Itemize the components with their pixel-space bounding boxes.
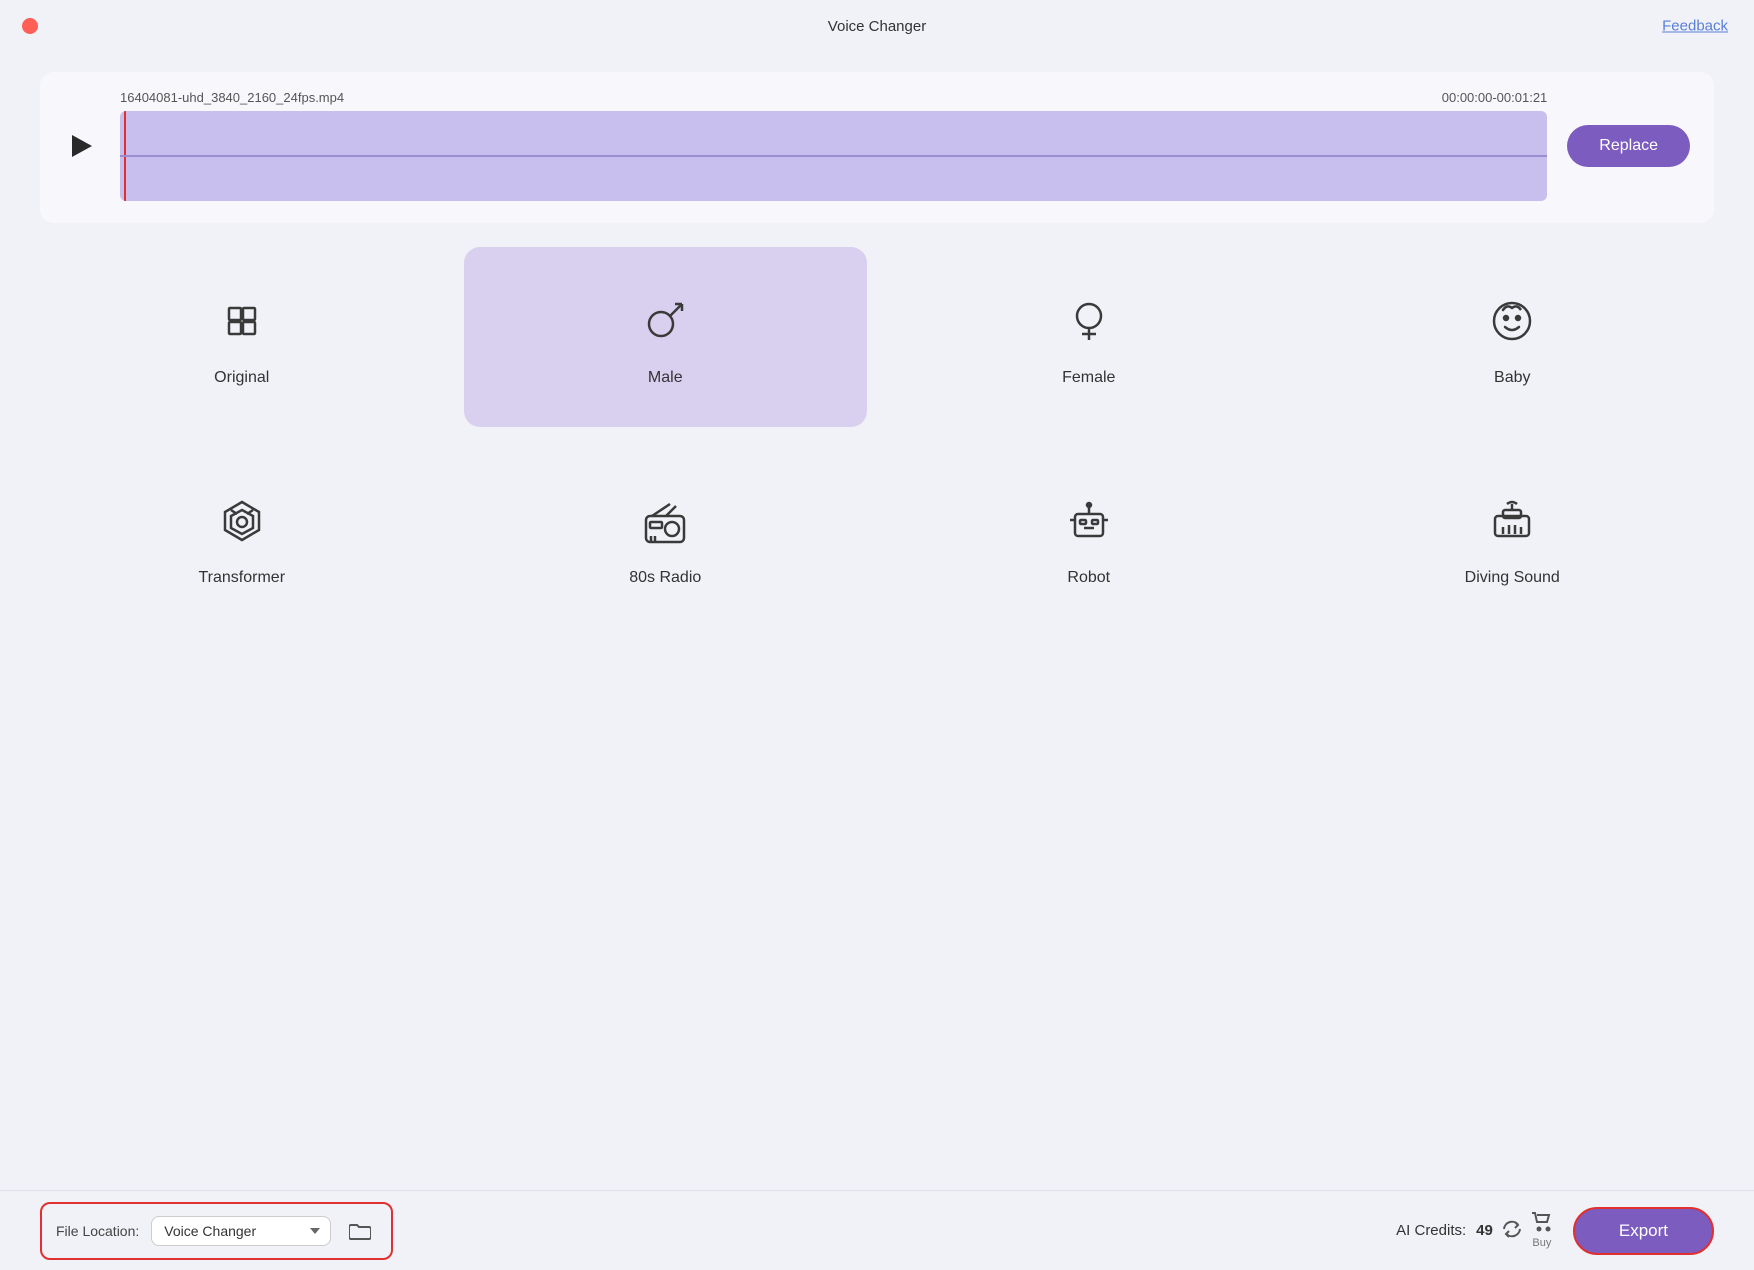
waveform-cursor [124,111,126,201]
male-label: Male [648,369,683,387]
voice-card-female[interactable]: Female [887,247,1291,427]
robot-label: Robot [1067,569,1110,587]
diving-label: Diving Sound [1465,569,1560,587]
main-content: 16404081-uhd_3840_2160_24fps.mp4 00:00:0… [0,52,1754,677]
replace-button[interactable]: Replace [1567,125,1690,167]
credits-count: 49 [1476,1222,1493,1239]
voice-grid: Original Male F [40,247,1714,627]
close-button[interactable] [22,18,38,34]
waveform-bar[interactable] [120,111,1547,201]
male-icon [638,294,692,353]
file-location-group: File Location: Voice Changer Desktop Doc… [40,1202,393,1260]
duration-label: 00:00:00-00:01:21 [1442,90,1548,105]
cart-container[interactable]: Buy [1531,1212,1553,1249]
transformer-label: Transformer [198,569,285,587]
voice-card-robot[interactable]: Robot [887,447,1291,627]
buy-label: Buy [1532,1237,1551,1249]
cart-icon[interactable] [1531,1212,1553,1236]
voice-card-radio[interactable]: 80s Radio [464,447,868,627]
female-label: Female [1062,369,1115,387]
feedback-link[interactable]: Feedback [1662,18,1728,35]
voice-card-transformer[interactable]: Transformer [40,447,444,627]
ai-credits-label: AI Credits: [1396,1222,1466,1239]
file-location-label: File Location: [56,1223,139,1239]
robot-icon [1062,494,1116,553]
play-icon [72,135,92,157]
diving-icon [1485,494,1539,553]
female-icon [1062,294,1116,353]
radio-label: 80s Radio [629,569,701,587]
waveform-section: 16404081-uhd_3840_2160_24fps.mp4 00:00:0… [40,72,1714,223]
folder-button[interactable] [343,1214,377,1248]
waveform-meta: 16404081-uhd_3840_2160_24fps.mp4 00:00:0… [120,90,1547,105]
play-button[interactable] [64,128,100,164]
ai-credits-section: AI Credits: 49 Buy [1396,1212,1553,1249]
bottom-bar: File Location: Voice Changer Desktop Doc… [0,1190,1754,1270]
original-label: Original [214,369,269,387]
baby-label: Baby [1494,369,1530,387]
voice-card-male[interactable]: Male [464,247,868,427]
file-location-select[interactable]: Voice Changer Desktop Documents [151,1216,331,1246]
filename-label: 16404081-uhd_3840_2160_24fps.mp4 [120,90,344,105]
title-bar: Voice Changer Feedback [0,0,1754,52]
refresh-icon[interactable] [1503,1220,1521,1242]
voice-card-baby[interactable]: Baby [1311,247,1715,427]
transformer-icon [215,494,269,553]
export-button[interactable]: Export [1573,1207,1714,1255]
voice-card-diving[interactable]: Diving Sound [1311,447,1715,627]
radio-icon [638,494,692,553]
waveform-container: 16404081-uhd_3840_2160_24fps.mp4 00:00:0… [120,90,1547,201]
original-icon [215,294,269,353]
app-title: Voice Changer [828,18,926,35]
voice-card-original[interactable]: Original [40,247,444,427]
baby-icon [1485,294,1539,353]
